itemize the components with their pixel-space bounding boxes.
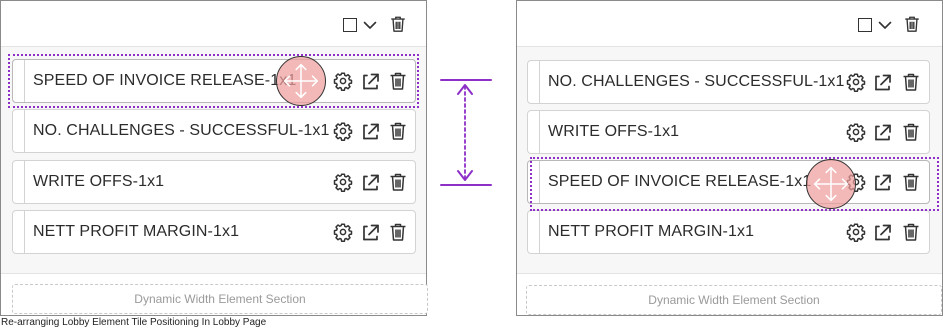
tile-label: NETT PROFIT MARGIN-1x1 <box>33 223 240 240</box>
move-arrows-icon[interactable] <box>806 159 856 209</box>
drag-grip[interactable] <box>13 60 25 102</box>
lobby-tile[interactable]: NO. CHALLENGES - SUCCESSFUL-1x1 <box>527 60 930 104</box>
tile-label: NETT PROFIT MARGIN-1x1 <box>548 223 755 240</box>
lobby-tile[interactable]: WRITE OFFS-1x1 <box>12 160 416 204</box>
checkbox-icon[interactable] <box>343 18 357 32</box>
vertical-double-arrow-icon <box>440 79 492 186</box>
tile-area: NO. CHALLENGES - SUCCESSFUL-1x1 WRITE OF… <box>517 47 942 274</box>
trash-icon[interactable] <box>901 172 921 192</box>
trash-icon[interactable] <box>903 14 921 34</box>
drag-grip[interactable] <box>528 111 540 153</box>
lobby-tile[interactable]: NETT PROFIT MARGIN-1x1 <box>527 210 930 254</box>
lobby-tile[interactable]: SPEED OF INVOICE RELEASE-1x1 <box>527 160 930 204</box>
checkbox-icon[interactable] <box>858 18 872 32</box>
drag-grip[interactable] <box>13 110 25 152</box>
dynamic-width-section: Dynamic Width Element Section <box>12 284 428 314</box>
trash-icon[interactable] <box>388 222 408 242</box>
expand-arrow-icon[interactable] <box>873 122 893 142</box>
trash-icon[interactable] <box>901 122 921 142</box>
tile-area: SPEED OF INVOICE RELEASE-1x1 NO. CHALLEN… <box>1 47 426 274</box>
dynamic-width-section: Dynamic Width Element Section <box>526 285 942 315</box>
tile-label: WRITE OFFS-1x1 <box>33 173 165 190</box>
drag-grip[interactable] <box>13 211 25 253</box>
expand-arrow-icon[interactable] <box>361 71 381 91</box>
expand-arrow-icon[interactable] <box>873 72 893 92</box>
chevron-down-icon[interactable] <box>878 19 892 31</box>
lobby-tile[interactable]: NETT PROFIT MARGIN-1x1 <box>12 210 416 254</box>
lobby-tile[interactable]: NO. CHALLENGES - SUCCESSFUL-1x1 <box>12 109 416 153</box>
tile-label: SPEED OF INVOICE RELEASE-1x1 <box>33 72 297 89</box>
expand-arrow-icon[interactable] <box>873 222 893 242</box>
lobby-tile[interactable]: SPEED OF INVOICE RELEASE-1x1 <box>12 59 416 103</box>
gear-icon[interactable] <box>846 122 866 142</box>
drag-grip[interactable] <box>528 161 540 203</box>
gear-icon[interactable] <box>333 222 353 242</box>
move-arrows-icon[interactable] <box>276 56 326 106</box>
gear-icon[interactable] <box>333 71 353 91</box>
expand-arrow-icon[interactable] <box>361 121 381 141</box>
expand-arrow-icon[interactable] <box>361 172 381 192</box>
trash-icon[interactable] <box>389 14 407 34</box>
chevron-down-icon[interactable] <box>363 19 377 31</box>
panel-header <box>517 1 942 47</box>
expand-arrow-icon[interactable] <box>873 172 893 192</box>
trash-icon[interactable] <box>901 72 921 92</box>
trash-icon[interactable] <box>388 172 408 192</box>
gear-icon[interactable] <box>333 121 353 141</box>
trash-icon[interactable] <box>901 222 921 242</box>
gear-icon[interactable] <box>333 172 353 192</box>
tile-label: NO. CHALLENGES - SUCCESSFUL-1x1 <box>548 73 845 90</box>
tile-label: WRITE OFFS-1x1 <box>548 123 680 140</box>
trash-icon[interactable] <box>388 71 408 91</box>
panel-header <box>1 1 426 47</box>
tile-label: NO. CHALLENGES - SUCCESSFUL-1x1 <box>33 122 330 139</box>
drag-grip[interactable] <box>13 161 25 203</box>
lobby-tile[interactable]: WRITE OFFS-1x1 <box>527 110 930 154</box>
gear-icon[interactable] <box>846 72 866 92</box>
drag-grip[interactable] <box>528 211 540 253</box>
tile-label: SPEED OF INVOICE RELEASE-1x1 <box>548 173 812 190</box>
drag-grip[interactable] <box>528 61 540 103</box>
figure-caption: Re-arranging Lobby Element Tile Position… <box>1 317 267 328</box>
lobby-panel-before: SPEED OF INVOICE RELEASE-1x1 NO. CHALLEN… <box>0 0 428 316</box>
expand-arrow-icon[interactable] <box>361 222 381 242</box>
lobby-panel-after: NO. CHALLENGES - SUCCESSFUL-1x1 WRITE OF… <box>516 0 943 316</box>
trash-icon[interactable] <box>388 121 408 141</box>
gear-icon[interactable] <box>846 222 866 242</box>
